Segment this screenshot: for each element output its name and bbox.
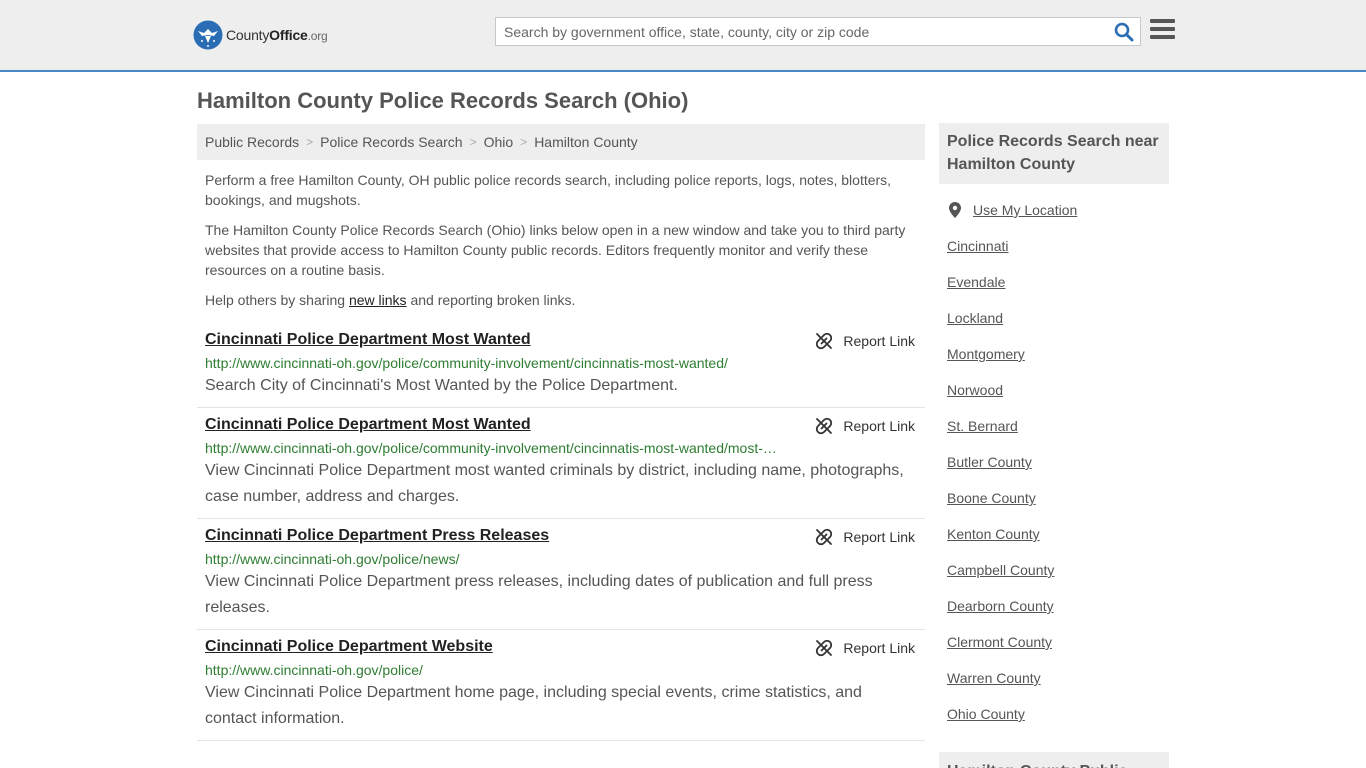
sidebar-link[interactable]: Kenton County xyxy=(947,526,1040,542)
eagle-seal-icon xyxy=(193,20,223,50)
breadcrumb: Public Records > Police Records Search >… xyxy=(197,124,925,160)
sidebar-link[interactable]: St. Bernard xyxy=(947,418,1018,434)
sidebar-item-norwood: Norwood xyxy=(947,372,1167,408)
sidebar-link[interactable]: Montgomery xyxy=(947,346,1025,362)
broken-link-icon xyxy=(816,639,833,657)
sidebar-link[interactable]: Evendale xyxy=(947,274,1005,290)
logo-org-text: .org xyxy=(307,29,328,43)
result-url[interactable]: http://www.cincinnati-oh.gov/police/ xyxy=(205,661,780,679)
sidebar-link[interactable]: Butler County xyxy=(947,454,1032,470)
sidebar-link[interactable]: Lockland xyxy=(947,310,1003,326)
report-link-label: Report Link xyxy=(843,529,915,545)
sidebar-link[interactable]: Cincinnati xyxy=(947,238,1008,254)
sidebar-item-dearborn-county: Dearborn County xyxy=(947,588,1167,624)
sidebar-item-warren-county: Warren County xyxy=(947,660,1167,696)
result-item: Cincinnati Police Department Most Wanted… xyxy=(197,323,925,408)
breadcrumb-separator: > xyxy=(469,135,477,149)
sidebar-item-ohio-county: Ohio County xyxy=(947,696,1167,732)
sidebar-link[interactable]: Dearborn County xyxy=(947,598,1054,614)
result-url[interactable]: http://www.cincinnati-oh.gov/police/comm… xyxy=(205,439,780,457)
sidebar-link[interactable]: Ohio County xyxy=(947,706,1025,722)
result-url[interactable]: http://www.cincinnati-oh.gov/police/comm… xyxy=(205,354,780,372)
site-header: CountyOffice.org xyxy=(0,0,1366,72)
sharing-text: Help others by sharing xyxy=(205,292,349,308)
sidebar-heading: Police Records Search near Hamilton Coun… xyxy=(939,123,1169,184)
report-link-label: Report Link xyxy=(843,418,915,434)
result-description: View Cincinnati Police Department most w… xyxy=(205,462,904,505)
result-url[interactable]: http://www.cincinnati-oh.gov/police/news… xyxy=(205,550,780,568)
menu-bar xyxy=(1150,27,1175,31)
report-link-button[interactable]: Report Link xyxy=(815,528,915,546)
breadcrumb-hamilton-county[interactable]: Hamilton County xyxy=(534,134,638,150)
breadcrumb-public-records[interactable]: Public Records xyxy=(205,134,299,150)
breadcrumb-police-records-search[interactable]: Police Records Search xyxy=(320,134,462,150)
sidebar-item-lockland: Lockland xyxy=(947,300,1167,336)
results-list: Cincinnati Police Department Most Wanted… xyxy=(197,323,925,741)
broken-link-icon xyxy=(816,332,833,350)
logo-office-text: Office xyxy=(269,27,308,43)
report-link-label: Report Link xyxy=(843,333,915,349)
sidebar-link[interactable]: Clermont County xyxy=(947,634,1052,650)
result-description: View Cincinnati Police Department press … xyxy=(205,573,873,616)
breadcrumb-separator: > xyxy=(520,135,528,149)
search-input[interactable] xyxy=(496,18,1096,45)
menu-bar xyxy=(1150,35,1175,39)
sidebar-heading-secondary: Hamilton County Public xyxy=(939,752,1169,768)
result-description: View Cincinnati Police Department home p… xyxy=(205,684,862,727)
sidebar-link[interactable]: Warren County xyxy=(947,670,1041,686)
report-link-button[interactable]: Report Link xyxy=(815,639,915,657)
use-my-location-item: Use My Location xyxy=(947,192,1167,228)
report-link-label: Report Link xyxy=(843,640,915,656)
nearby-locations-list: Use My Location Cincinnati Evendale Lock… xyxy=(947,192,1167,732)
broken-link-icon xyxy=(816,528,833,546)
sidebar-link[interactable]: Campbell County xyxy=(947,562,1054,578)
hamburger-menu-icon[interactable] xyxy=(1150,19,1175,43)
result-description: Search City of Cincinnati's Most Wanted … xyxy=(205,377,678,394)
intro-paragraph: The Hamilton County Police Records Searc… xyxy=(205,222,906,278)
search-bar xyxy=(495,17,1141,46)
sharing-text: and reporting broken links. xyxy=(406,292,576,308)
breadcrumb-separator: > xyxy=(306,135,314,149)
sidebar-item-campbell-county: Campbell County xyxy=(947,552,1167,588)
sidebar-link[interactable]: Norwood xyxy=(947,382,1003,398)
intro-paragraph: Perform a free Hamilton County, OH publi… xyxy=(205,172,892,208)
sidebar-item-montgomery: Montgomery xyxy=(947,336,1167,372)
page-title: Hamilton County Police Records Search (O… xyxy=(197,88,689,113)
sidebar-item-clermont-county: Clermont County xyxy=(947,624,1167,660)
report-link-button[interactable]: Report Link xyxy=(815,332,915,350)
result-title-link[interactable]: Cincinnati Police Department Most Wanted xyxy=(205,331,917,349)
use-my-location-link[interactable]: Use My Location xyxy=(973,202,1077,218)
report-link-button[interactable]: Report Link xyxy=(815,417,915,435)
site-logo[interactable]: CountyOffice.org xyxy=(193,20,328,50)
breadcrumb-ohio[interactable]: Ohio xyxy=(484,134,514,150)
new-links-link[interactable]: new links xyxy=(349,292,407,308)
result-title-link[interactable]: Cincinnati Police Department Most Wanted xyxy=(205,416,917,434)
logo-county-text: County xyxy=(226,27,270,43)
sharing-paragraph: Help others by sharing new links and rep… xyxy=(205,290,917,310)
sidebar-item-boone-county: Boone County xyxy=(947,480,1167,516)
menu-bar xyxy=(1150,19,1175,23)
result-item: Cincinnati Police Department Most Wanted… xyxy=(197,408,925,519)
result-item: Cincinnati Police Department Press Relea… xyxy=(197,519,925,630)
logo-wordmark: CountyOffice.org xyxy=(226,27,328,43)
search-icon[interactable] xyxy=(1114,22,1134,42)
sidebar-item-kenton-county: Kenton County xyxy=(947,516,1167,552)
sidebar-item-evendale: Evendale xyxy=(947,264,1167,300)
result-title-link[interactable]: Cincinnati Police Department Press Relea… xyxy=(205,527,917,545)
sidebar-item-cincinnati: Cincinnati xyxy=(947,228,1167,264)
sidebar-item-butler-county: Butler County xyxy=(947,444,1167,480)
sidebar-item-st-bernard: St. Bernard xyxy=(947,408,1167,444)
broken-link-icon xyxy=(816,417,833,435)
result-item: Cincinnati Police Department Website htt… xyxy=(197,630,925,741)
map-pin-icon xyxy=(949,202,961,218)
result-title-link[interactable]: Cincinnati Police Department Website xyxy=(205,638,917,656)
sidebar-link[interactable]: Boone County xyxy=(947,490,1036,506)
